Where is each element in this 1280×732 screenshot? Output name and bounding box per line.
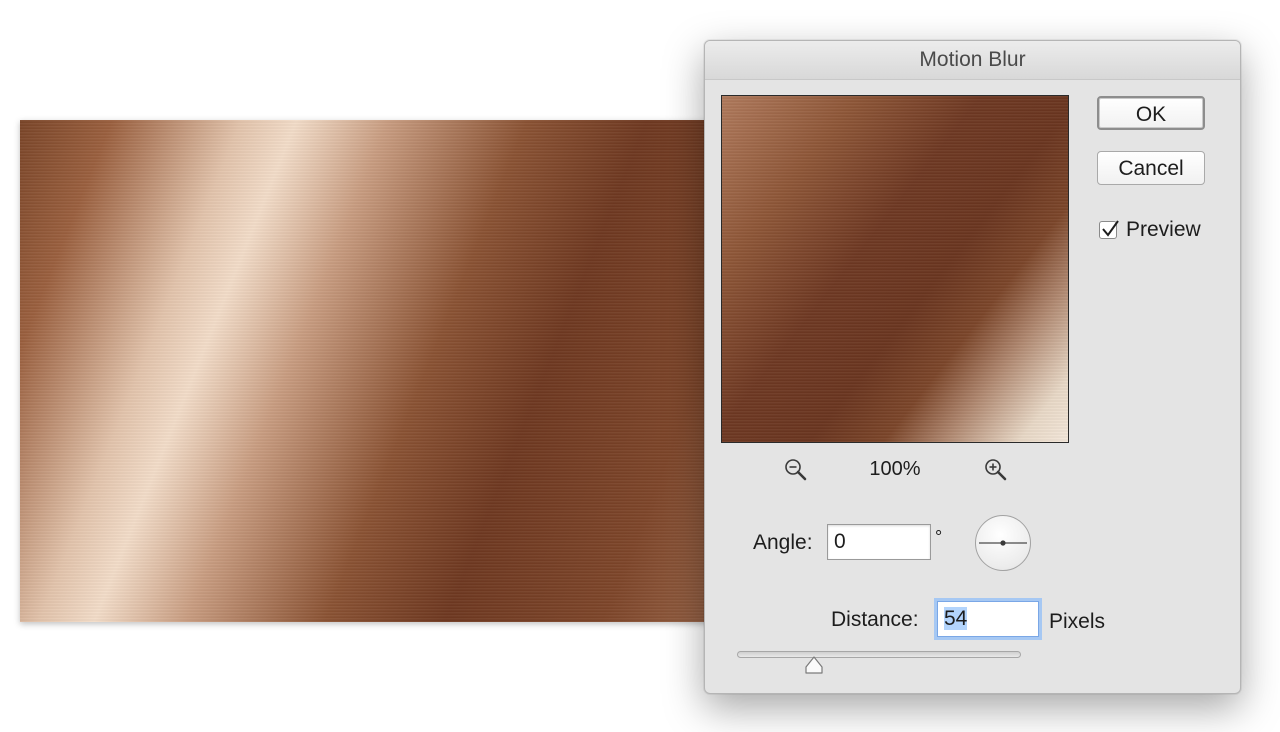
distance-input[interactable]: 54 — [937, 601, 1039, 637]
image-canvas — [20, 120, 740, 622]
preview-checkbox[interactable] — [1099, 220, 1119, 239]
distance-label: Distance: — [831, 608, 919, 631]
preview-label: Preview — [1126, 218, 1201, 241]
cancel-button[interactable]: Cancel — [1097, 151, 1205, 185]
angle-label: Angle: — [753, 531, 813, 554]
angle-dial[interactable] — [975, 515, 1031, 571]
angle-input[interactable]: 0 — [827, 524, 931, 560]
distance-slider[interactable] — [737, 651, 1021, 658]
distance-slider-thumb[interactable] — [804, 655, 824, 675]
ok-button[interactable]: OK — [1097, 96, 1205, 130]
checkmark-icon — [1102, 220, 1119, 237]
filter-preview[interactable] — [721, 95, 1069, 443]
zoom-level: 100% — [869, 458, 921, 480]
dialog-title: Motion Blur — [919, 48, 1026, 71]
zoom-out-icon[interactable] — [783, 457, 809, 483]
degree-symbol: ° — [935, 527, 943, 547]
preview-checkbox-row[interactable]: Preview — [1099, 217, 1201, 243]
dialog-titlebar[interactable]: Motion Blur — [705, 41, 1240, 80]
angle-value: 0 — [834, 530, 846, 553]
distance-value: 54 — [944, 607, 968, 630]
zoom-controls: 100% — [721, 455, 1069, 485]
zoom-in-icon[interactable] — [983, 457, 1009, 483]
angle-dial-needle-icon — [979, 540, 1027, 546]
distance-unit: Pixels — [1049, 610, 1106, 633]
motion-blur-dialog: Motion Blur OK Cancel Preview 100% Angle… — [704, 40, 1241, 694]
